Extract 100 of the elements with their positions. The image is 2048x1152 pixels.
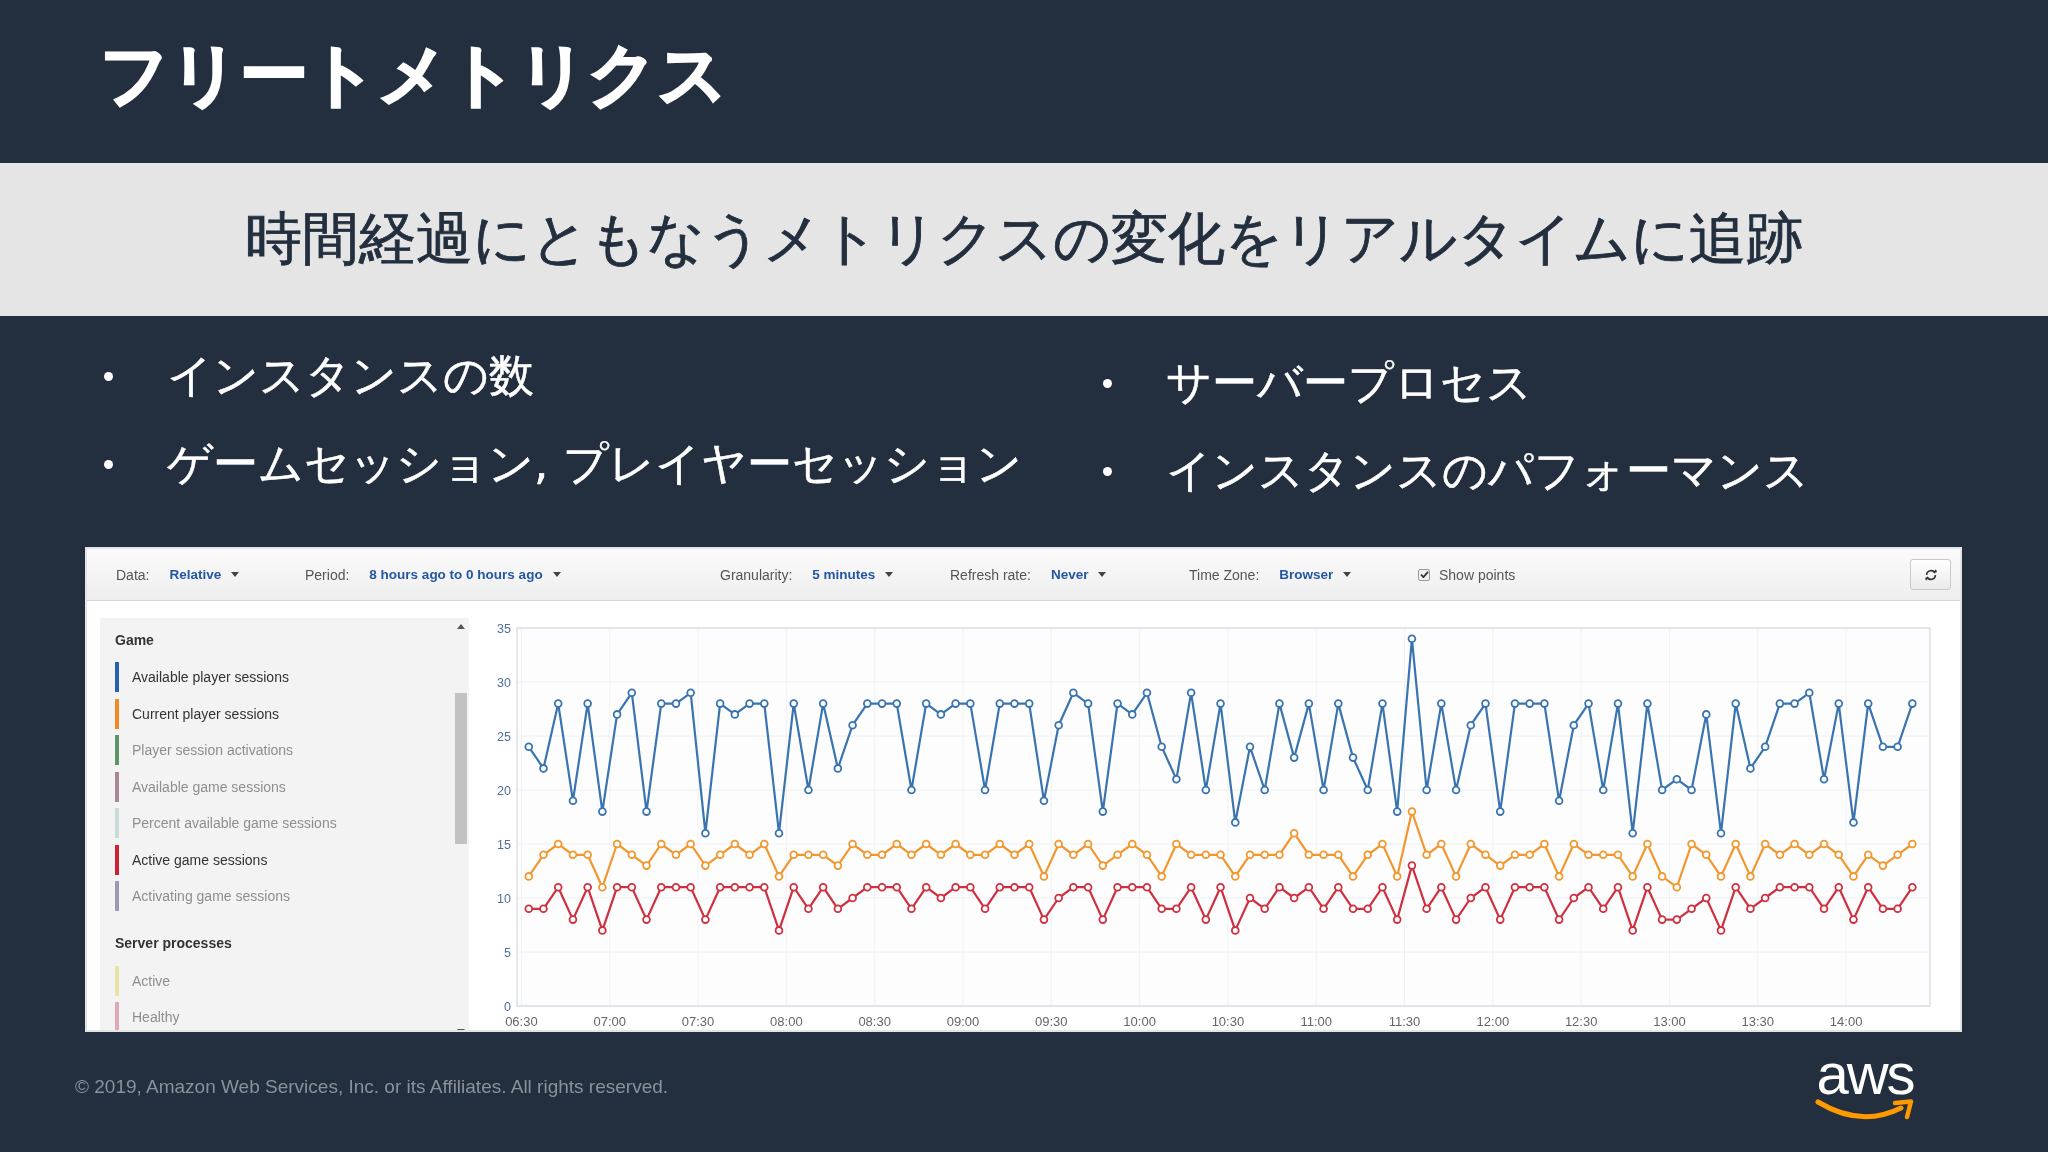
- x-axis-label: 08:30: [858, 1014, 891, 1029]
- dropdown-button[interactable]: Relative: [169, 567, 240, 582]
- data-point: [1790, 699, 1799, 708]
- data-point: [1407, 807, 1417, 816]
- legend-group-title: Game: [115, 631, 154, 650]
- data-point: [1746, 904, 1755, 914]
- data-point: [995, 882, 1005, 892]
- data-point: [1598, 850, 1608, 860]
- scrollbar-thumb[interactable]: [455, 693, 467, 844]
- data-point: [1569, 720, 1579, 730]
- legend-item[interactable]: Current player sessions: [115, 695, 280, 732]
- legend-item[interactable]: Active game sessions: [115, 841, 268, 878]
- data-point: [1819, 774, 1829, 784]
- data-point: [892, 882, 902, 892]
- data-point: [1672, 882, 1682, 892]
- data-point: [1348, 753, 1358, 762]
- data-point: [966, 699, 975, 708]
- data-point: [818, 882, 828, 892]
- data-point: [1334, 850, 1343, 860]
- data-point: [1083, 699, 1093, 708]
- data-point: [1790, 839, 1799, 849]
- data-point: [863, 882, 872, 892]
- data-point: [1760, 839, 1770, 849]
- data-point: [1319, 850, 1328, 860]
- data-point: [730, 839, 740, 849]
- data-point: [774, 926, 784, 935]
- data-point: [1775, 699, 1785, 708]
- data-point: [524, 742, 534, 752]
- data-point: [1863, 882, 1873, 892]
- data-point: [627, 882, 637, 892]
- data-point: [1701, 850, 1711, 860]
- data-point: [539, 904, 548, 914]
- dropdown-button[interactable]: 8 hours ago to 0 hours ago: [369, 567, 561, 582]
- data-point: [1805, 882, 1814, 892]
- data-point: [671, 699, 681, 708]
- data-point: [1069, 850, 1078, 860]
- data-point: [1716, 828, 1726, 838]
- refresh-button[interactable]: [1910, 559, 1951, 590]
- data-point: [583, 850, 592, 860]
- caret-icon: [552, 572, 561, 577]
- data-point: [1908, 699, 1917, 708]
- data-point: [760, 699, 769, 708]
- data-point: [1392, 872, 1402, 881]
- data-point: [1172, 774, 1181, 784]
- data-point: [1569, 839, 1579, 849]
- data-point: [745, 699, 754, 708]
- caret-icon: [231, 572, 240, 577]
- data-point: [1216, 882, 1225, 892]
- data-point: [1363, 785, 1373, 795]
- data-point: [1304, 850, 1314, 860]
- data-point: [730, 710, 740, 719]
- data-point: [1554, 915, 1564, 924]
- x-axis-label: 07:30: [681, 1014, 715, 1029]
- data-point: [995, 839, 1005, 849]
- checkbox[interactable]: [1418, 568, 1430, 581]
- data-point: [568, 915, 578, 924]
- data-point: [980, 850, 990, 860]
- data-point: [907, 904, 916, 914]
- caret-icon: [885, 572, 894, 577]
- data-point: [1731, 699, 1740, 708]
- slide-title: フリートメトリクス: [100, 34, 728, 116]
- y-axis-label: 15: [497, 837, 511, 852]
- bullet-icon: [104, 459, 113, 469]
- y-axis-label: 20: [497, 783, 511, 798]
- copyright-text: © 2019, Amazon Web Services, Inc. or its Affiliates. All rights reserved.: [75, 1076, 669, 1098]
- data-point: [877, 850, 887, 860]
- data-point: [1157, 872, 1166, 881]
- data-point: [1687, 839, 1696, 849]
- data-point: [1731, 882, 1740, 892]
- x-axis-label: 09:30: [1035, 1014, 1068, 1029]
- data-point: [804, 904, 813, 914]
- data-point: [1466, 893, 1476, 903]
- dropdown-button[interactable]: Never: [1050, 567, 1107, 582]
- data-point: [1746, 764, 1755, 773]
- y-axis-label: 30: [497, 675, 511, 690]
- dropdown-button[interactable]: 5 minutes: [812, 567, 894, 582]
- data-point: [1613, 699, 1623, 708]
- data-point: [1834, 699, 1844, 708]
- data-point: [863, 699, 872, 708]
- data-point: [1628, 926, 1637, 935]
- data-point: [1260, 850, 1269, 860]
- data-point: [745, 882, 754, 892]
- data-point: [1083, 882, 1093, 892]
- data-point: [1275, 882, 1284, 892]
- data-point: [1893, 904, 1902, 914]
- bullet-icon: [104, 371, 113, 381]
- data-point: [1231, 818, 1240, 827]
- x-axis-label: 08:00: [770, 1014, 803, 1029]
- data-point: [833, 764, 843, 773]
- data-point: [1378, 839, 1387, 849]
- data-point: [745, 850, 754, 860]
- data-point: [1849, 872, 1858, 881]
- checkbox-label: Show points: [1439, 566, 1516, 583]
- data-point: [612, 839, 622, 849]
- dropdown-button[interactable]: Browser: [1279, 567, 1352, 582]
- data-point: [1863, 850, 1873, 860]
- data-point: [1525, 882, 1534, 892]
- data-point: [848, 893, 857, 903]
- data-point: [642, 807, 651, 816]
- legend-item[interactable]: Available player sessions: [115, 659, 289, 696]
